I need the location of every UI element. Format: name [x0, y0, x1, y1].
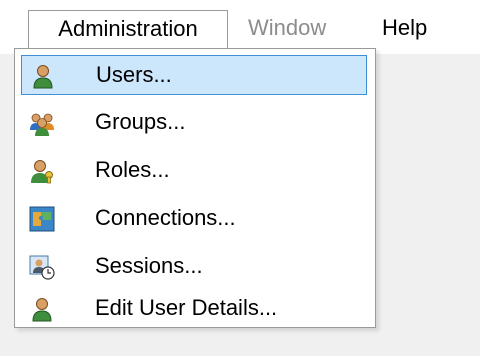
menu-item-sessions[interactable]: Sessions...: [21, 247, 367, 287]
menu-item-users[interactable]: Users...: [21, 55, 367, 95]
menu-item-edit-user-details[interactable]: Edit User Details...: [21, 289, 367, 329]
menu-item-groups[interactable]: Groups...: [21, 103, 367, 143]
menu-bar: Administration Window Help: [0, 0, 480, 54]
menu-item-label: Groups...: [95, 109, 186, 134]
menu-item-roles[interactable]: Roles...: [21, 151, 367, 191]
administration-dropdown: Users... Groups... Roles... Connections.…: [14, 48, 376, 328]
menu-window[interactable]: Window: [248, 10, 326, 46]
menu-administration[interactable]: Administration: [28, 10, 228, 50]
menu-item-connections[interactable]: Connections...: [21, 199, 367, 239]
user-icon: [33, 65, 53, 89]
menu-item-label: Edit User Details...: [95, 295, 278, 320]
group-icon: [30, 113, 54, 136]
menu-item-label: Connections...: [95, 205, 236, 230]
edit-user-icon: [32, 298, 52, 322]
role-icon: [31, 160, 53, 184]
menu-item-label: Sessions...: [95, 253, 203, 278]
connections-icon: [29, 206, 55, 232]
sessions-icon: [29, 255, 55, 280]
menu-item-label: Users...: [96, 62, 172, 87]
menu-help[interactable]: Help: [382, 10, 427, 46]
menu-item-label: Roles...: [95, 157, 170, 182]
